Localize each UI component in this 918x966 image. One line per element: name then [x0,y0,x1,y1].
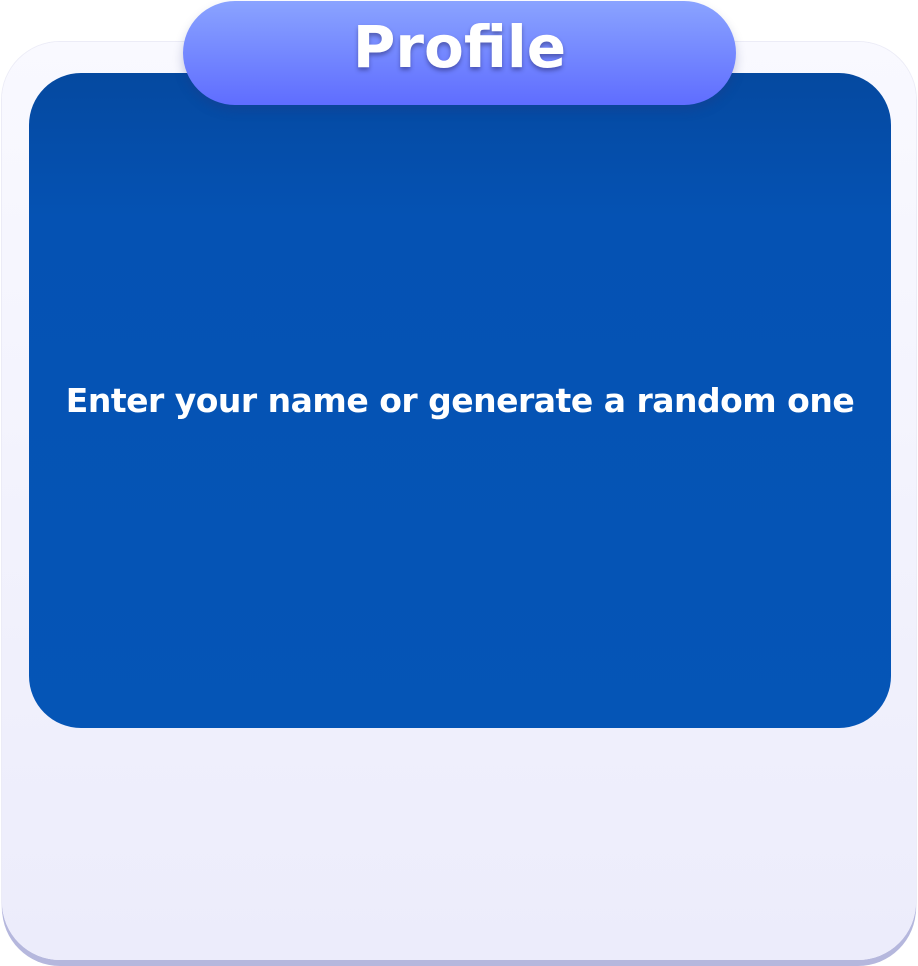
page-title: Profile [352,13,567,81]
profile-title-banner: Profile [183,1,736,105]
profile-instruction-text: Enter your name or generate a random one [65,381,855,420]
profile-screen: Enter your name or generate a random one… [0,0,918,966]
profile-content-panel: Enter your name or generate a random one [29,73,891,728]
